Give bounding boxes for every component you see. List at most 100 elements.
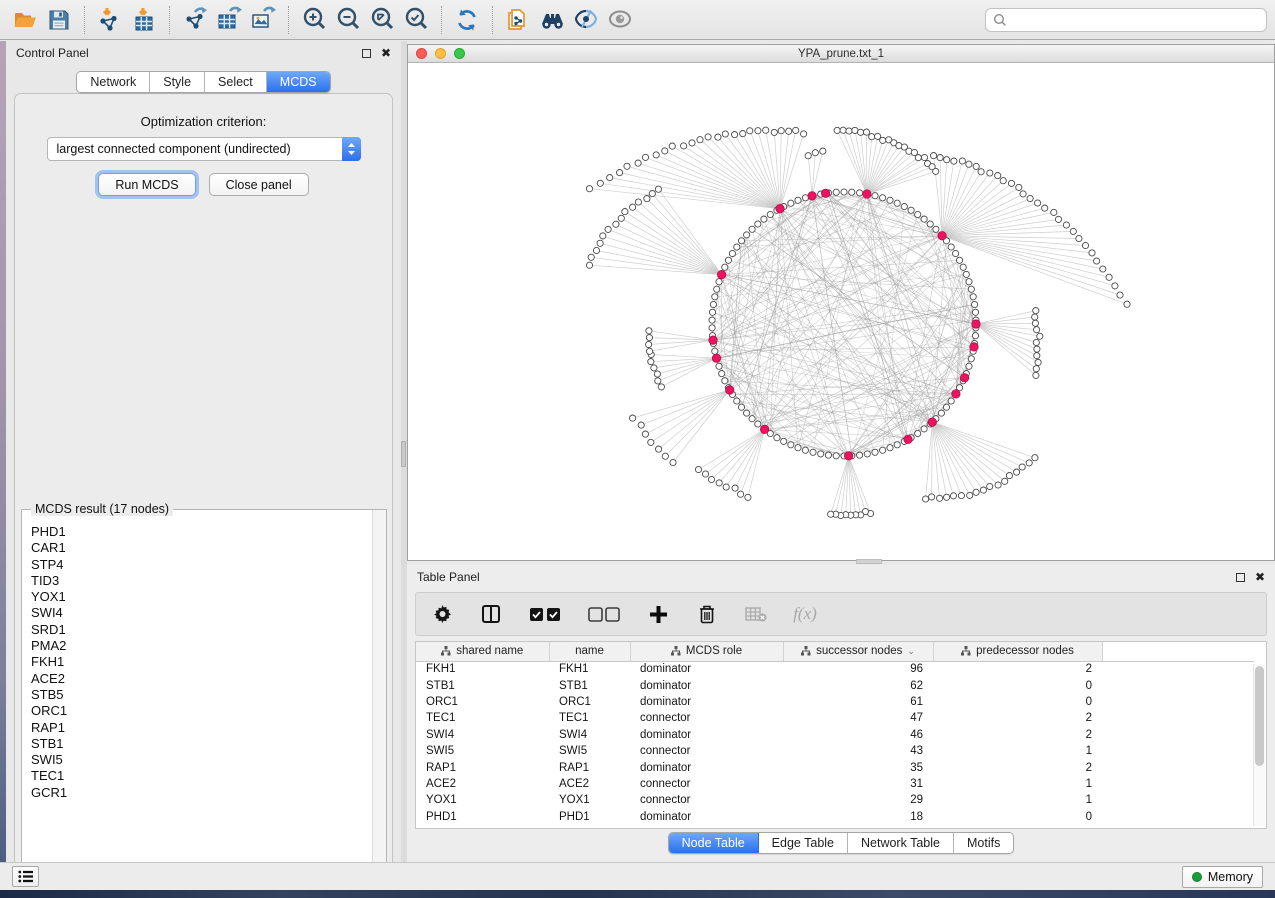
column-type-icon [801, 646, 811, 656]
zoom-out-button[interactable] [331, 4, 365, 36]
table-row[interactable]: ORC1ORC1dominator610 [416, 694, 1254, 710]
table-row[interactable]: TEC1TEC1connector472 [416, 710, 1254, 726]
table-toolbar: f(x) [415, 592, 1267, 636]
criterion-dropdown[interactable]: largest connected component (undirected) [47, 137, 361, 161]
column-header-successor-nodes[interactable]: successor nodes⌄ [783, 642, 933, 661]
mcds-result-item[interactable]: FKH1 [31, 654, 372, 670]
mcds-result-item[interactable]: GCR1 [31, 785, 372, 801]
cell-name: PHD1 [549, 809, 630, 825]
network-view-window: YPA_prune.txt_1 [407, 44, 1275, 561]
save-session-button[interactable] [42, 4, 76, 36]
show-columns-button[interactable] [479, 602, 503, 626]
search-input[interactable] [1012, 13, 1259, 27]
clone-network-button[interactable] [501, 4, 535, 36]
mcds-result-item[interactable]: SWI4 [31, 605, 372, 621]
network-window-titlebar[interactable]: YPA_prune.txt_1 [408, 45, 1274, 63]
table-row[interactable]: ACE2ACE2connector311 [416, 776, 1254, 792]
float-window-icon[interactable] [1236, 573, 1245, 582]
criterion-dropdown-value: largest connected component (undirected) [57, 142, 291, 156]
import-table-button[interactable] [127, 4, 161, 36]
column-label: shared name [456, 645, 523, 657]
table-row[interactable]: YOX1YOX1connector291 [416, 792, 1254, 808]
mcds-result-scrollbar[interactable] [372, 510, 386, 880]
cell-name: ORC1 [549, 694, 630, 710]
sort-chevron-icon[interactable]: ⌄ [907, 646, 915, 657]
cell-filler [1102, 743, 1254, 759]
birdseye-view-button[interactable] [535, 4, 569, 36]
create-column-button[interactable] [646, 602, 670, 626]
export-image-button[interactable] [246, 4, 280, 36]
column-label: name [575, 645, 604, 657]
mcds-result-item[interactable]: PHD1 [31, 524, 372, 540]
zoom-selected-button[interactable] [399, 4, 433, 36]
tab-edge-table[interactable]: Edge Table [759, 833, 848, 853]
mcds-result-list[interactable]: PHD1CAR1STP4TID3YOX1SWI4SRD1PMA2FKH1ACE2… [23, 518, 372, 879]
cell-predecessor_nodes: 0 [933, 677, 1102, 693]
tab-select[interactable]: Select [205, 72, 267, 92]
import-network-button[interactable] [93, 4, 127, 36]
close-panel-icon[interactable]: ✖ [381, 47, 391, 59]
deselect-all-rows-button[interactable] [587, 602, 621, 626]
cell-shared_name: RAP1 [416, 759, 549, 775]
toolbar-search[interactable] [985, 8, 1267, 32]
mcds-result-item[interactable]: TID3 [31, 573, 372, 589]
mcds-result-item[interactable]: STB5 [31, 687, 372, 703]
table-row[interactable]: PHD1PHD1dominator180 [416, 809, 1254, 825]
float-window-icon[interactable] [362, 49, 371, 58]
column-header-name[interactable]: name [549, 642, 630, 661]
mcds-result-item[interactable]: CAR1 [31, 540, 372, 556]
tab-network[interactable]: Network [77, 72, 150, 92]
column-header-shared-name[interactable]: shared name [416, 642, 549, 661]
mcds-result-item[interactable]: YOX1 [31, 589, 372, 605]
export-network-button[interactable] [178, 4, 212, 36]
tab-network-table[interactable]: Network Table [848, 833, 954, 853]
column-header-predecessor-nodes[interactable]: predecessor nodes [933, 642, 1102, 661]
zoom-fit-button[interactable] [365, 4, 399, 36]
memory-label: Memory [1208, 870, 1253, 884]
mcds-result-item[interactable]: SWI5 [31, 752, 372, 768]
column-header-MCDS-role[interactable]: MCDS role [630, 642, 783, 661]
table-row[interactable]: FKH1FKH1dominator962 [416, 661, 1254, 677]
refresh-icon [454, 7, 480, 33]
list-icon [18, 870, 33, 883]
tab-mcds[interactable]: MCDS [267, 72, 330, 92]
table-scrollbar-thumb[interactable] [1255, 666, 1264, 766]
close-panel-button[interactable]: Close panel [209, 173, 309, 196]
table-row[interactable]: SWI5SWI5connector431 [416, 743, 1254, 759]
task-history-button[interactable] [12, 866, 39, 887]
open-file-button[interactable] [8, 4, 42, 36]
cell-name: FKH1 [549, 661, 630, 677]
table-row[interactable]: STB1STB1dominator620 [416, 677, 1254, 693]
hide-graphics-details-button[interactable] [569, 4, 603, 36]
close-panel-icon[interactable]: ✖ [1255, 571, 1265, 583]
tab-node-table[interactable]: Node Table [669, 833, 759, 853]
mcds-result-item[interactable]: ORC1 [31, 703, 372, 719]
cell-mcds_role: dominator [630, 694, 783, 710]
tab-style[interactable]: Style [150, 72, 205, 92]
export-table-button[interactable] [212, 4, 246, 36]
splitter-handle-horizontal[interactable] [856, 559, 882, 564]
table-row[interactable]: RAP1RAP1dominator352 [416, 759, 1254, 775]
table-row[interactable]: SWI4SWI4dominator462 [416, 727, 1254, 743]
mcds-result-item[interactable]: SRD1 [31, 622, 372, 638]
mcds-result-item[interactable]: PMA2 [31, 638, 372, 654]
splitter-handle[interactable] [401, 441, 406, 467]
show-graphics-details-button[interactable] [603, 4, 637, 36]
run-mcds-button[interactable]: Run MCDS [98, 173, 195, 196]
refresh-button[interactable] [450, 4, 484, 36]
memory-button[interactable]: Memory [1182, 866, 1263, 888]
select-all-rows-button[interactable] [528, 602, 562, 626]
mcds-result-item[interactable]: TEC1 [31, 768, 372, 784]
table-scrollbar[interactable] [1253, 664, 1265, 826]
mcds-result-item[interactable]: RAP1 [31, 720, 372, 736]
network-canvas[interactable] [408, 63, 1274, 560]
zoom-in-button[interactable] [297, 4, 331, 36]
mcds-result-item[interactable]: ACE2 [31, 671, 372, 687]
mcds-result-item[interactable]: STP4 [31, 557, 372, 573]
delete-columns-button[interactable] [695, 602, 719, 626]
cell-mcds_role: dominator [630, 727, 783, 743]
table-mode-gear-button[interactable] [430, 602, 454, 626]
mcds-result-item[interactable]: STB1 [31, 736, 372, 752]
cell-filler [1102, 710, 1254, 726]
tab-motifs[interactable]: Motifs [954, 833, 1013, 853]
